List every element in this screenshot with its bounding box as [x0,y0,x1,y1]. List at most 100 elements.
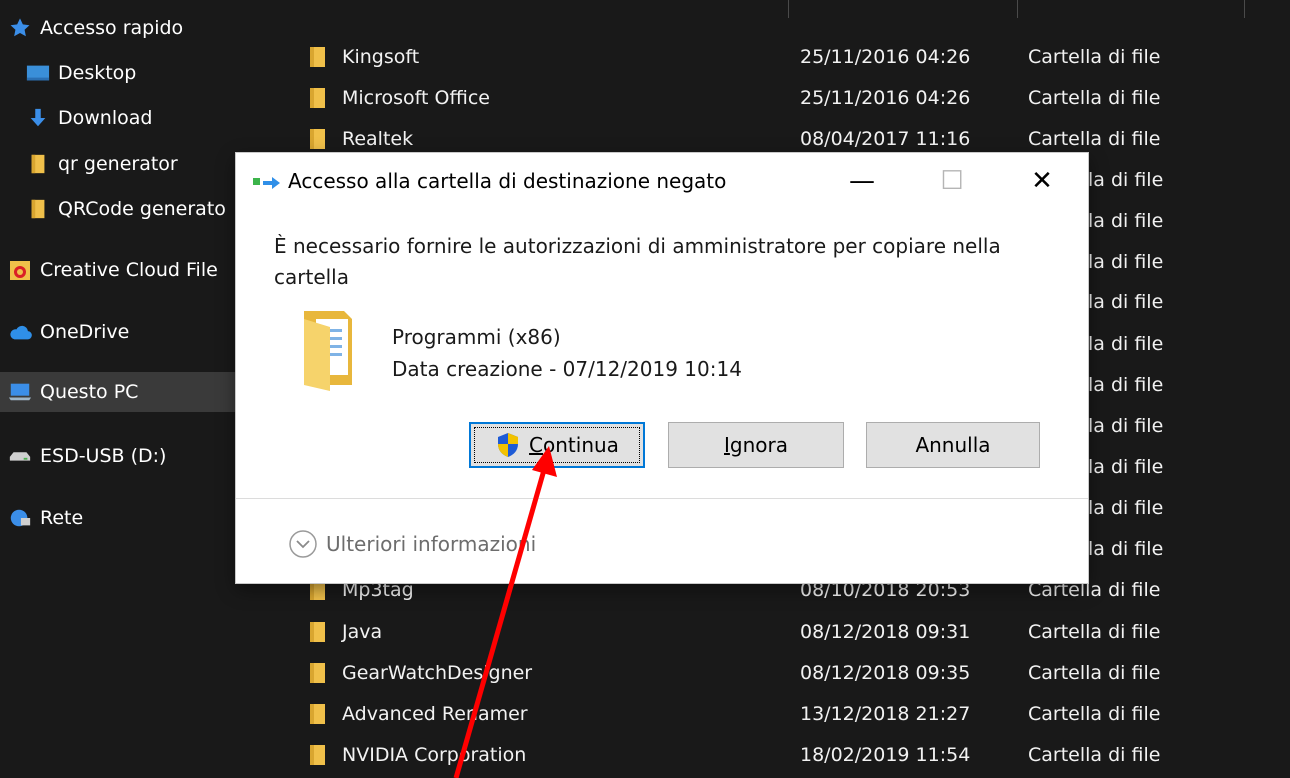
file-row[interactable]: Microsoft Office 25/11/2016 04:26 Cartel… [262,78,1290,118]
column-divider[interactable] [1017,0,1018,18]
file-date: 08/12/2018 09:35 [800,662,971,684]
star-icon [8,16,32,40]
maximize-button[interactable]: ☐ [922,159,982,203]
uac-shield-icon [498,433,519,457]
file-name: Advanced Renamer [342,703,528,725]
button-label: gnora [729,433,788,457]
nav-label: ESD-USB (D:) [40,445,167,467]
file-type: la di file [1088,538,1164,560]
nav-item-onedrive[interactable]: OneDrive [0,312,262,352]
nav-label: qr generator [58,153,178,175]
folder-icon [310,745,325,765]
continue-button[interactable]: Continua [469,422,645,468]
desktop-icon [26,61,50,85]
file-row[interactable]: NVIDIA Corporation 18/02/2019 11:54 Cart… [262,735,1290,775]
file-type: la di file [1088,415,1164,437]
download-icon [26,106,50,130]
nav-label: Rete [40,507,84,529]
more-info-label: Ulteriori informazioni [326,532,537,556]
close-button[interactable]: ✕ [1012,159,1072,203]
file-type: la di file [1088,251,1164,273]
folder-icon [26,197,50,221]
file-date: 13/12/2018 21:27 [800,703,971,725]
access-denied-dialog: Accesso alla cartella di destinazione ne… [236,153,1088,583]
file-type: Cartella di file [1028,46,1161,68]
file-name: Kingsoft [342,46,420,68]
ignore-button[interactable]: Ignora [668,422,844,468]
nav-item-network[interactable]: Rete [0,498,262,538]
folder-icon [310,704,325,724]
file-date: 08/12/2018 09:31 [800,621,971,643]
file-row[interactable]: GearWatchDesigner 08/12/2018 09:35 Carte… [262,653,1290,693]
nav-item-usb-drive[interactable]: ESD-USB (D:) [0,436,262,476]
folder-icon [26,152,50,176]
minimize-button[interactable]: — [832,159,892,203]
nav-item-desktop[interactable]: Desktop [0,53,262,93]
nav-label: Desktop [58,62,137,84]
file-row[interactable]: Kingsoft 25/11/2016 04:26 Cartella di fi… [262,37,1290,77]
file-type: Cartella di file [1028,662,1161,684]
close-icon: ✕ [1031,166,1053,196]
folder-icon [310,663,325,683]
nav-item-this-pc[interactable]: Questo PC [0,372,262,412]
file-name: Java [342,621,383,643]
nav-item-qr-generator[interactable]: qr generator [0,144,262,184]
nav-label: Accesso rapido [40,17,184,39]
file-name: Microsoft Office [342,87,490,109]
dialog-title: Accesso alla cartella di destinazione ne… [288,169,727,193]
file-name: NVIDIA Corporation [342,744,527,766]
nav-item-quick-access[interactable]: Accesso rapido [0,8,262,48]
dialog-titlebar[interactable]: Accesso alla cartella di destinazione ne… [236,153,1088,213]
folder-icon [310,88,325,108]
folder-icon [310,622,325,642]
button-label: Annulla [915,433,991,457]
maximize-icon: ☐ [940,166,964,196]
file-type: la di file [1088,291,1164,313]
folder-icon [304,311,352,391]
cancel-button[interactable]: Annulla [866,422,1040,468]
nav-label: QRCode generato [58,198,226,220]
usb-drive-icon [8,444,32,468]
file-name: GearWatchDesigner [342,662,533,684]
network-icon [8,506,32,530]
item-name: Programmi (x86) [392,325,561,349]
file-type: la di file [1088,333,1164,355]
item-creation-date: Data creazione - 07/12/2019 10:14 [392,357,742,381]
cloud-icon [8,320,32,344]
column-divider[interactable] [788,0,789,18]
folder-icon [310,129,325,149]
chevron-down-icon [289,530,317,558]
creative-cloud-icon [8,258,32,282]
file-date: 25/11/2016 04:26 [800,87,971,109]
minimize-icon: — [849,166,875,196]
nav-label: Download [58,107,153,129]
file-date: 18/02/2019 11:54 [800,744,971,766]
file-type: Cartella di file [1028,703,1161,725]
file-date: 25/11/2016 04:26 [800,46,971,68]
dialog-message: È necessario fornire le autorizzazioni d… [274,234,1001,289]
column-divider[interactable] [1244,0,1245,18]
nav-label: Creative Cloud File [40,259,218,281]
nav-item-download[interactable]: Download [0,98,262,138]
more-info-toggle[interactable]: Ulteriori informazioni [288,526,536,562]
file-type: Cartella di file [1028,87,1161,109]
access-key: C [529,433,544,457]
file-type: la di file [1088,456,1164,478]
file-row[interactable]: Java 08/12/2018 09:31 Cartella di file [262,612,1290,652]
file-type: la di file [1088,210,1164,232]
folder-icon [310,47,325,67]
nav-item-creative-cloud[interactable]: Creative Cloud File [0,250,262,290]
file-type: Cartella di file [1028,744,1161,766]
computer-icon [8,380,32,404]
nav-item-qrcode-generator[interactable]: QRCode generato [0,189,262,229]
copy-transfer-icon [253,177,280,189]
divider [236,498,1088,499]
nav-label: OneDrive [40,321,130,343]
file-type: la di file [1088,169,1164,191]
file-type: la di file [1088,497,1164,519]
navigation-pane: Accesso rapido Desktop Download qr gener… [0,0,262,778]
nav-label: Questo PC [40,381,139,403]
button-label: ontinua [543,433,619,457]
file-row[interactable]: Advanced Renamer 13/12/2018 21:27 Cartel… [262,694,1290,734]
file-type: la di file [1088,374,1164,396]
